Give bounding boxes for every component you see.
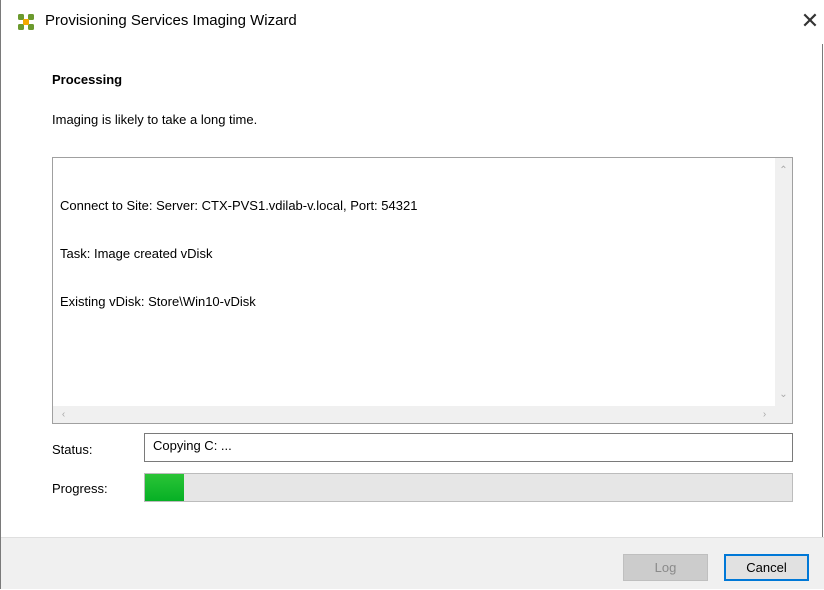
- status-label: Status:: [52, 442, 93, 457]
- vertical-scrollbar[interactable]: ⌃ ⌄: [775, 158, 792, 407]
- window-title: Provisioning Services Imaging Wizard: [45, 12, 297, 29]
- cancel-button[interactable]: Cancel: [724, 554, 809, 581]
- log-text: Connect to Site: Server: CTX-PVS1.vdilab…: [60, 166, 417, 342]
- page-description: Imaging is likely to take a long time.: [52, 112, 258, 127]
- page-heading: Processing: [52, 72, 123, 87]
- scroll-right-icon[interactable]: ›: [756, 406, 773, 423]
- citrix-app-icon: [18, 14, 34, 30]
- status-field: Copying C: ...: [144, 433, 793, 462]
- log-line: Connect to Site: Server: CTX-PVS1.vdilab…: [60, 198, 418, 213]
- scrollbar-corner: [775, 406, 792, 423]
- wizard-window: Provisioning Services Imaging Wizard ✕ P…: [0, 0, 824, 589]
- log-line: Task: Image created vDisk: [60, 246, 213, 261]
- log-output-box[interactable]: Connect to Site: Server: CTX-PVS1.vdilab…: [52, 157, 793, 424]
- close-icon[interactable]: ✕: [797, 8, 823, 34]
- progress-bar-fill: [145, 474, 184, 501]
- log-button[interactable]: Log: [623, 554, 708, 581]
- progress-bar: [144, 473, 793, 502]
- scroll-left-icon[interactable]: ‹: [55, 406, 72, 423]
- log-line: Existing vDisk: Store\Win10-vDisk: [60, 294, 256, 309]
- scroll-up-icon[interactable]: ⌃: [775, 162, 792, 179]
- scroll-down-icon[interactable]: ⌄: [775, 386, 792, 403]
- title-bar: Provisioning Services Imaging Wizard ✕: [1, 0, 824, 44]
- horizontal-scrollbar[interactable]: ‹ ›: [53, 406, 775, 423]
- progress-label: Progress:: [52, 481, 108, 496]
